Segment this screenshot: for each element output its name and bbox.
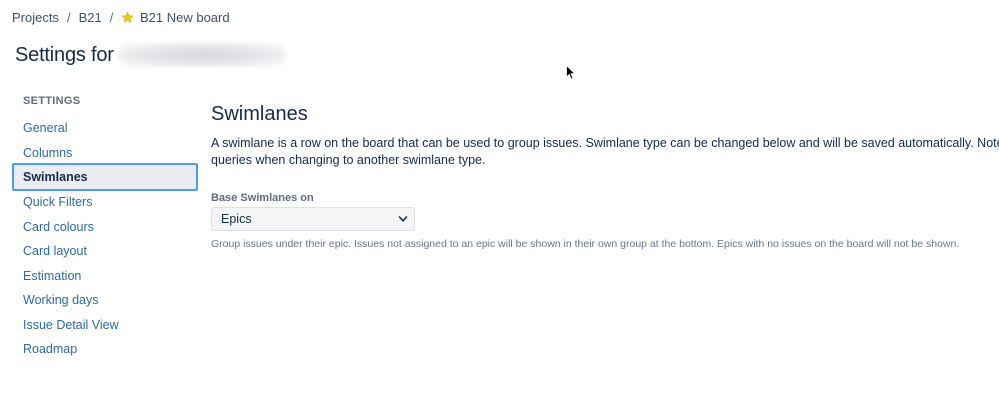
breadcrumb-project-link[interactable]: B21 (79, 10, 102, 25)
breadcrumb-board-link[interactable]: B21 New board (121, 10, 230, 25)
sidebar-item-card-layout[interactable]: Card layout (12, 239, 198, 264)
sidebar-item-swimlanes[interactable]: Swimlanes (12, 163, 198, 191)
swimlanes-description: A swimlane is a row on the board that ca… (211, 136, 999, 167)
breadcrumb-separator: / (109, 10, 114, 25)
page-title-text: Settings for (15, 43, 114, 66)
sidebar-item-roadmap[interactable]: Roadmap (12, 337, 198, 362)
base-swimlanes-select[interactable]: Epics (211, 207, 415, 231)
redacted-board-name (117, 43, 286, 68)
base-swimlanes-help-text: Group issues under their epic. Issues no… (211, 238, 960, 250)
base-swimlanes-label: Base Swimlanes on (211, 192, 314, 204)
swimlanes-settings-panel: Swimlanes A swimlane is a row on the boa… (211, 100, 999, 250)
sidebar-item-estimation[interactable]: Estimation (12, 264, 198, 289)
breadcrumb: Projects / B21 / B21 New board (12, 10, 230, 25)
section-title: Swimlanes (211, 103, 308, 125)
page-title: Settings for (15, 43, 286, 68)
sidebar-item-working-days[interactable]: Working days (12, 288, 198, 313)
sidebar-heading: SETTINGS (23, 95, 81, 107)
sidebar-item-general[interactable]: General (12, 116, 198, 141)
star-icon (121, 11, 134, 23)
breadcrumb-separator: / (66, 10, 71, 25)
sidebar-item-columns[interactable]: Columns (12, 141, 198, 166)
cursor-icon (566, 65, 576, 80)
sidebar-item-issue-detail-view[interactable]: Issue Detail View (12, 313, 198, 338)
sidebar-item-quick-filters[interactable]: Quick Filters (12, 190, 198, 215)
breadcrumb-projects-link[interactable]: Projects (12, 10, 59, 25)
settings-sidebar: SETTINGS General Columns Swimlanes Quick… (12, 93, 198, 362)
base-swimlanes-select-value: Epics (221, 212, 252, 226)
chevron-down-icon (398, 216, 408, 222)
board-settings-page: Projects / B21 / B21 New board Settings … (0, 0, 999, 395)
sidebar-item-card-colours[interactable]: Card colours (12, 215, 198, 240)
breadcrumb-board-label: B21 New board (139, 10, 230, 25)
